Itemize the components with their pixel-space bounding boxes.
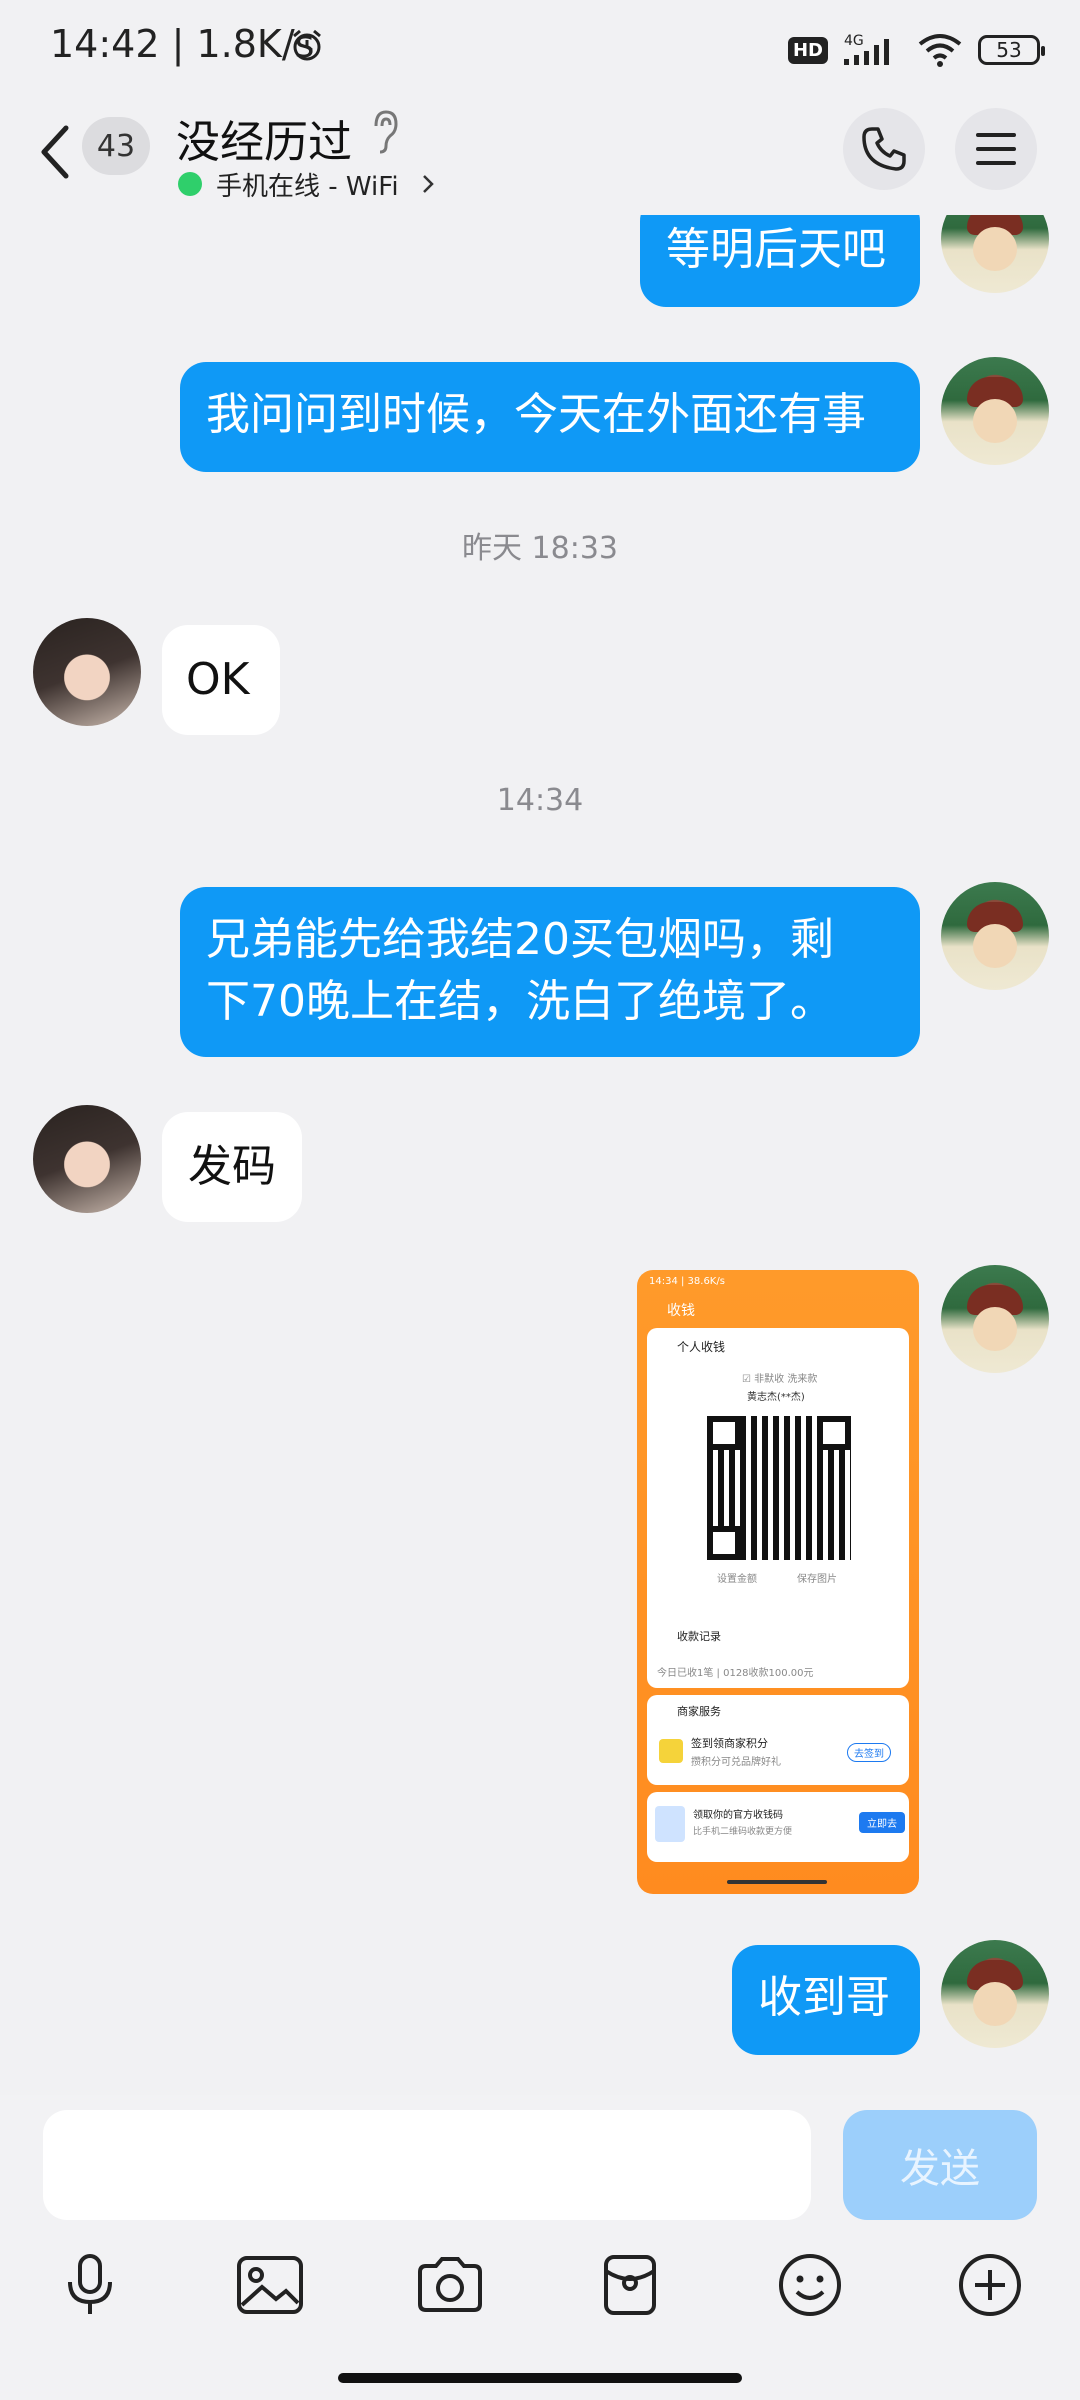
alarm-icon (293, 29, 321, 61)
thumb-tips: ☑ 非默收 洗来款 (742, 1374, 818, 1385)
thumb-claim-button: 立即去 (859, 1812, 905, 1833)
thumb-merchant-card: 商家服务 签到领商家积分 攒积分可兑品牌好礼 去签到 (647, 1695, 909, 1785)
thumb-qr-card: 个人收钱 ☑ 非默收 洗来款 黄志杰(**杰) 设置金额 保存图片 收款记录 今… (647, 1328, 909, 1688)
red-packet-button[interactable] (590, 2245, 670, 2325)
message-text: 我问问到时候，今天在外面还有事 (206, 389, 866, 440)
online-status-text[interactable]: 手机在线 - WiFi (216, 166, 399, 203)
message-text: OK (186, 654, 250, 705)
message-bubble-outgoing[interactable]: 收到哥 (732, 1945, 920, 2055)
chat-header: 43 没经历过 手机在线 - WiFi (0, 100, 1080, 215)
contact-avatar[interactable] (33, 618, 141, 726)
thumb-points-sub: 攒积分可兑品牌好礼 (691, 1757, 781, 1768)
contact-name[interactable]: 没经历过 (176, 106, 352, 170)
microphone-icon (68, 2254, 112, 2314)
thumb-records: 收款记录 (677, 1630, 721, 1643)
thumb-home-indicator (727, 1880, 827, 1884)
qr-card-icon (655, 1806, 685, 1842)
message-text: 等明后天吧 (666, 224, 886, 275)
more-actions-button[interactable] (950, 2245, 1030, 2325)
plus-icon (959, 2254, 1021, 2316)
more-menu-button[interactable] (955, 108, 1037, 190)
message-bubble-incoming[interactable]: OK (162, 625, 280, 735)
signal-icon: 4G (844, 33, 889, 65)
online-status-dot (178, 172, 202, 196)
status-time: 14:42 | 1.8K/s (50, 22, 315, 66)
message-timestamp: 昨天 18:33 (462, 531, 618, 566)
my-avatar[interactable] (941, 882, 1049, 990)
camera-icon (418, 2257, 482, 2312)
my-avatar[interactable] (941, 215, 1049, 293)
image-message-payment-screenshot[interactable]: 14:34 | 38.6K/s 收钱 个人收钱 ☑ 非默收 洗来款 黄志杰(**… (637, 1270, 919, 1894)
message-bubble-outgoing[interactable]: 我问问到时候，今天在外面还有事 (180, 362, 920, 472)
coupon-icon (659, 1739, 683, 1763)
message-input[interactable] (43, 2110, 811, 2220)
network-type: 4G (844, 33, 864, 49)
my-avatar[interactable] (941, 1940, 1049, 2048)
wifi-icon (918, 34, 962, 67)
thumb-sign-button: 去签到 (847, 1743, 891, 1762)
my-avatar[interactable] (941, 357, 1049, 465)
message-text-line: 兄弟能先给我结20买包烟吗，剩 (206, 914, 834, 965)
hamburger-menu-icon (976, 133, 1016, 165)
my-avatar[interactable] (941, 1265, 1049, 1373)
camera-button[interactable] (410, 2245, 490, 2325)
battery-level: 53 (996, 38, 1022, 62)
thumb-set-amount: 设置金额 (717, 1574, 757, 1585)
message-bubble-outgoing[interactable]: 兄弟能先给我结20买包烟吗，剩 下70晚上在结，洗白了绝境了。 (180, 887, 920, 1057)
message-bubble-incoming[interactable]: 发码 (162, 1112, 302, 1222)
thumb-points-title: 签到领商家积分 (691, 1737, 768, 1750)
message-list[interactable]: 等明后天吧 我问问到时候，今天在外面还有事 昨天 18:33 OK 14:34 … (0, 215, 1080, 2095)
thumb-save-image: 保存图片 (797, 1574, 837, 1585)
message-text: 收到哥 (758, 1972, 890, 2023)
thumb-title: 收钱 (667, 1303, 695, 1319)
unread-count: 43 (96, 128, 136, 164)
gallery-button[interactable] (230, 2245, 310, 2325)
unread-badge[interactable]: 43 (82, 117, 150, 175)
thumb-today: 今日已收1笔 | 0128收款100.00元 (657, 1668, 814, 1679)
thumb-official-card: 领取你的官方收钱码 比手机二维码收款更方便 立即去 (647, 1792, 909, 1862)
contact-avatar[interactable] (33, 1105, 141, 1213)
thumb-merchant: 商家服务 (677, 1705, 721, 1718)
voice-button[interactable] (50, 2245, 130, 2325)
thumb-status: 14:34 | 38.6K/s (649, 1276, 725, 1287)
emoji-icon (779, 2254, 841, 2316)
message-text: 发码 (188, 1141, 276, 1192)
ear-icon (374, 110, 398, 154)
input-bar: 发送 (0, 2095, 1080, 2400)
status-icons: HD 4G 53 (787, 28, 1045, 72)
message-text-line: 下70晚上在结，洗白了绝境了。 (206, 976, 834, 1027)
qr-code (707, 1416, 851, 1560)
thumb-official-sub: 比手机二维码收款更方便 (693, 1827, 793, 1837)
message-timestamp: 14:34 (496, 783, 584, 818)
thumb-payee: 黄志杰(**杰) (747, 1392, 805, 1403)
thumb-card-title: 个人收钱 (677, 1340, 726, 1354)
phone-icon (862, 127, 906, 171)
thumb-official-title: 领取你的官方收钱码 (693, 1810, 783, 1821)
message-bubble-outgoing[interactable]: 等明后天吧 (640, 215, 920, 307)
status-bar: 14:42 | 1.8K/s HD 4G 53 (0, 0, 1080, 100)
hd-badge: HD (787, 36, 828, 64)
voice-call-button[interactable] (843, 108, 925, 190)
send-label: 发送 (900, 2146, 980, 2192)
red-packet-icon (604, 2255, 656, 2315)
image-icon (237, 2256, 303, 2314)
send-button[interactable]: 发送 (843, 2110, 1037, 2220)
battery-indicator: 53 (978, 35, 1045, 65)
chevron-right-icon[interactable] (420, 170, 436, 198)
home-indicator[interactable] (338, 2373, 742, 2383)
back-arrow-icon[interactable] (34, 122, 78, 182)
emoji-button[interactable] (770, 2245, 850, 2325)
